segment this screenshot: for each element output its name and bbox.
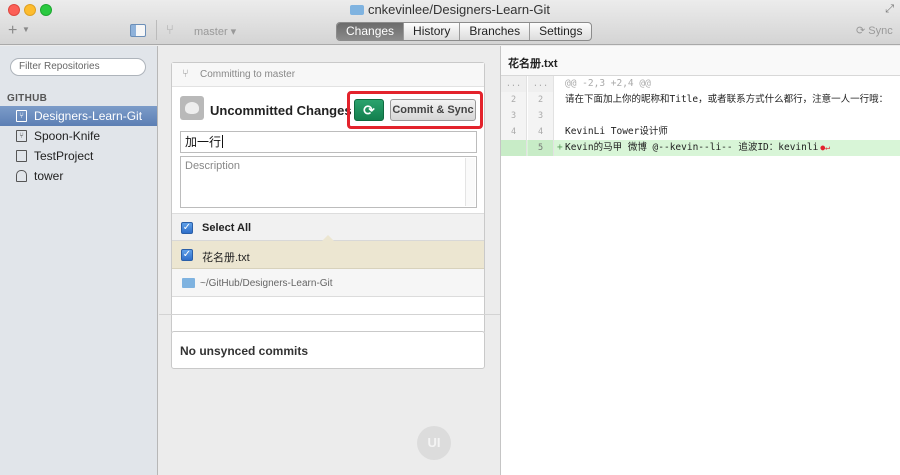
diff-content: ... ... @@ -2,3 +2,4 @@ 2 2 请在下面加上你的昵称和T… bbox=[501, 76, 900, 158]
branch-icon[interactable]: ⑂ bbox=[166, 22, 174, 37]
annotation-highlight bbox=[347, 91, 483, 129]
branch-icon: ⑂ bbox=[182, 68, 189, 80]
tab-settings[interactable]: Settings bbox=[529, 23, 591, 40]
repository-sidebar: Filter Repositories GITHUB ⑂ Designers-L… bbox=[0, 46, 158, 475]
sidebar-item-tower[interactable]: tower bbox=[0, 166, 157, 186]
repository-icon: ⑂ bbox=[16, 130, 27, 142]
diff-header: 花名册.txt bbox=[501, 46, 900, 76]
diff-line: 3 3 bbox=[501, 108, 900, 124]
tab-history[interactable]: History bbox=[403, 23, 459, 40]
folder-icon bbox=[182, 278, 195, 288]
diff-panel: 花名册.txt ... ... @@ -2,3 +2,4 @@ 2 2 请在下面… bbox=[500, 46, 900, 475]
added-line-marker: + bbox=[557, 142, 563, 153]
commit-panel: ⑂ Committing to master Uncommitted Chang… bbox=[171, 62, 485, 334]
uncommitted-changes-title: Uncommitted Changes bbox=[210, 103, 352, 118]
unsynced-commits-panel: No unsynced commits bbox=[171, 331, 485, 369]
diff-line: 2 2 请在下面加上你的昵称和Title，或者联系方式什么都行，注意一人一行哦： bbox=[501, 92, 900, 108]
section-label-github: GITHUB bbox=[7, 93, 48, 104]
folder-icon bbox=[349, 5, 364, 15]
diff-hunk-header: ... ... @@ -2,3 +2,4 @@ bbox=[501, 76, 900, 92]
changed-file-row[interactable]: ✓ 花名册.txt bbox=[172, 241, 484, 269]
tab-changes[interactable]: Changes bbox=[337, 23, 404, 40]
file-checkbox[interactable]: ✓ bbox=[181, 249, 193, 261]
sidebar-item-designers-learn-git[interactable]: ⑂ Designers-Learn-Git bbox=[0, 106, 157, 126]
toggle-sidebar-icon[interactable] bbox=[130, 24, 146, 37]
lock-icon bbox=[16, 170, 27, 182]
diff-line-added: 5 + Kevin的马甲 微博 @--kevin--li-- 追波ID：kevi… bbox=[501, 140, 900, 156]
commit-column: ⑂ Committing to master Uncommitted Chang… bbox=[159, 46, 500, 475]
commit-description-input[interactable]: Description bbox=[180, 156, 477, 208]
no-newline-icon: ●↵ bbox=[820, 143, 830, 152]
view-tabs: Changes History Branches Settings bbox=[336, 22, 593, 41]
diff-line: 4 4 KevinLi Tower设计师 bbox=[501, 124, 900, 140]
sync-button[interactable]: ⟳ Sync bbox=[856, 24, 893, 37]
toolbar-divider bbox=[156, 20, 157, 40]
chevron-down-icon[interactable]: ▼ bbox=[22, 25, 30, 34]
window-title: cnkevinlee/Designers-Learn-Git bbox=[0, 2, 900, 17]
section-divider bbox=[159, 314, 500, 315]
branch-selector[interactable]: master ▾ bbox=[194, 25, 236, 38]
commit-header: ⑂ Committing to master bbox=[172, 63, 484, 87]
watermark-logo: UI bbox=[417, 426, 451, 460]
add-repository-button[interactable]: + bbox=[8, 22, 17, 40]
sync-icon: ⟳ bbox=[856, 25, 866, 37]
sidebar-item-spoon-knife[interactable]: ⑂ Spoon-Knife bbox=[0, 126, 157, 146]
sidebar-item-testproject[interactable]: TestProject bbox=[0, 146, 157, 166]
commit-summary-input[interactable]: 加一行 bbox=[180, 131, 477, 153]
repository-path-row[interactable]: ~/GitHub/Designers-Learn-Git bbox=[172, 269, 484, 297]
text-caret bbox=[222, 135, 224, 148]
select-all-checkbox[interactable]: ✓ bbox=[181, 222, 193, 234]
window-titlebar: cnkevinlee/Designers-Learn-Git ⤢ + ▼ ⑂ m… bbox=[0, 0, 900, 45]
repository-icon bbox=[16, 150, 27, 162]
filter-repositories-input[interactable]: Filter Repositories bbox=[10, 58, 146, 76]
avatar bbox=[180, 96, 204, 120]
tab-branches[interactable]: Branches bbox=[459, 23, 529, 40]
description-scrollbar[interactable] bbox=[465, 158, 475, 206]
fullscreen-icon[interactable]: ⤢ bbox=[885, 3, 894, 16]
repository-icon: ⑂ bbox=[16, 110, 27, 122]
